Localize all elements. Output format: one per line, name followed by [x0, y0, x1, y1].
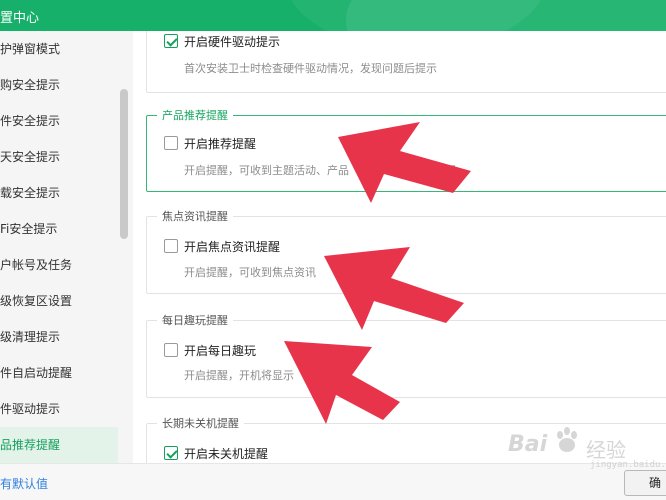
group-product-recommend-title: 产品推荐提醒: [157, 108, 233, 124]
sidebar-item-popup-mode[interactable]: 护弹窗模式: [0, 31, 118, 67]
checkbox-empty-icon[interactable]: [164, 136, 178, 150]
option-daily-fun[interactable]: 开启每日趣玩: [164, 342, 256, 358]
sidebar-item-download-security[interactable]: 载安全提示: [0, 175, 118, 211]
option-hardware-driver-label: 开启硬件驱动提示: [184, 34, 281, 49]
option-daily-fun-label: 开启每日趣玩: [184, 343, 257, 358]
watermark-brand-cn: 经验: [586, 438, 626, 462]
sidebar-item-shopping-security[interactable]: 购安全提示: [0, 67, 118, 103]
sidebar-scrollbar[interactable]: [120, 89, 128, 239]
option-hardware-driver[interactable]: 开启硬件驱动提示: [164, 33, 280, 49]
sidebar-item-wifi-security[interactable]: Fi安全提示: [0, 211, 118, 247]
group-focus-news-title: 焦点资讯提醒: [157, 209, 233, 225]
checkbox-checked-icon[interactable]: [164, 34, 178, 48]
option-product-recommend-desc: 开启提醒，可收到主题活动、产品: [184, 164, 349, 177]
group-daily-fun: 每日趣玩提醒 开启每日趣玩 开启提醒，开机将显示: [146, 313, 666, 398]
group-long-running-title: 长期未关机提醒: [157, 416, 244, 432]
watermark-url: jingyan.baidu.com: [590, 460, 666, 470]
group-focus-news: 焦点资讯提醒 开启焦点资讯提醒 开启提醒，可收到焦点资讯: [146, 209, 666, 294]
watermark-brand: Bai: [508, 432, 548, 457]
sidebar-item-cleanup-tips[interactable]: 级清理提示: [0, 319, 118, 355]
sidebar-item-autostart-reminder[interactable]: 件自启动提醒: [0, 355, 118, 391]
option-daily-fun-desc: 开启提醒，开机将显示: [184, 369, 294, 382]
sidebar: 护弹窗模式 购安全提示 件安全提示 天安全提示 载安全提示 Fi安全提示 户帐号…: [0, 31, 133, 463]
group-hardware-driver: 开启硬件驱动提示 首次安装卫士时检查硬件驱动情况，发现问题后提示: [146, 31, 666, 93]
window-title: 置中心: [0, 11, 40, 26]
restore-defaults-link[interactable]: 有默认值: [0, 475, 48, 492]
group-product-recommend: 产品推荐提醒 开启推荐提醒 开启提醒，可收到主题活动、产品 醒: [146, 108, 666, 192]
option-long-running-label: 开启未关机提醒: [184, 446, 269, 461]
option-product-recommend[interactable]: 开启推荐提醒: [164, 135, 256, 151]
option-hardware-driver-desc: 首次安装卫士时检查硬件驱动情况，发现问题后提示: [184, 62, 437, 75]
option-focus-news-label: 开启焦点资讯提醒: [184, 239, 281, 254]
checkbox-empty-icon[interactable]: [164, 343, 178, 357]
option-focus-news[interactable]: 开启焦点资讯提醒: [164, 238, 280, 254]
sidebar-item-file-security[interactable]: 件安全提示: [0, 103, 118, 139]
sidebar-item-chat-security[interactable]: 天安全提示: [0, 139, 118, 175]
baidu-watermark: Bai 经验 jingyan.baidu.com: [508, 424, 666, 474]
baidu-paw-icon: [557, 427, 577, 452]
option-product-recommend-desc-tail: 醒: [445, 164, 456, 177]
sidebar-item-recovery-settings[interactable]: 级恢复区设置: [0, 283, 118, 319]
checkbox-checked-icon[interactable]: [164, 446, 178, 460]
sidebar-item-account-tasks[interactable]: 户帐号及任务: [0, 247, 118, 283]
title-bar-decoration-2: [286, 0, 546, 31]
sidebar-item-product-recommend[interactable]: 品推荐提醒: [0, 427, 118, 463]
group-daily-fun-title: 每日趣玩提醒: [157, 313, 233, 329]
option-product-recommend-label: 开启推荐提醒: [184, 136, 257, 151]
option-focus-news-desc: 开启提醒，可收到焦点资讯: [184, 266, 316, 279]
sidebar-item-driver-tips[interactable]: 件驱动提示: [0, 391, 118, 427]
settings-content: 开启硬件驱动提示 首次安装卫士时检查硬件驱动情况，发现问题后提示 产品推荐提醒 …: [133, 31, 666, 463]
option-long-running[interactable]: 开启未关机提醒: [164, 445, 268, 461]
title-bar: 置中心: [0, 0, 666, 31]
checkbox-empty-icon[interactable]: [164, 239, 178, 253]
